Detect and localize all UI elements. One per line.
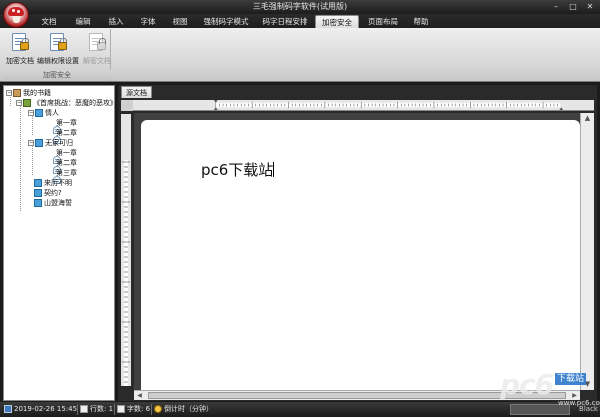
collapse-icon[interactable]: −	[28, 140, 34, 146]
book-tree[interactable]: − 我的书籍 − 《首席挑战：恶魔的恶攻》 − 情人 第一章 第二章 − 无家可归 第一…	[3, 85, 117, 401]
edit-permission-icon	[48, 32, 68, 54]
edit-permission-label: 编辑权限设置	[37, 57, 79, 65]
edit-permission-button[interactable]: 编辑权限设置	[37, 32, 79, 68]
book-icon	[23, 99, 31, 107]
minimize-button[interactable]: –	[550, 1, 562, 12]
volume-icon	[34, 179, 42, 187]
app-menu-button[interactable]	[3, 2, 29, 28]
decrypt-doc-icon	[87, 32, 107, 54]
tab-typing-schedule[interactable]: 码字日程安排	[258, 15, 312, 28]
ribbon-tabs: 文档 编辑 插入 字体 视图 强制码字模式 码字日程安排 加密安全 页面布局 帮…	[0, 14, 600, 28]
status-timer[interactable]: 倒计时（分钟）	[154, 402, 213, 417]
ribbon-panel: 加密文档 编辑权限设置 解密文档 加密安全	[0, 28, 600, 82]
tab-insert[interactable]: 插入	[102, 15, 130, 28]
bookshelf-icon	[13, 89, 21, 97]
ruler-corner	[121, 100, 133, 111]
tree-node-volume[interactable]: − 情人	[28, 108, 59, 118]
mushroom-icon	[8, 7, 24, 16]
tree-node-chapter[interactable]: 第一章	[46, 148, 77, 164]
vertical-scrollbar[interactable]: ▲ ▼	[580, 113, 594, 390]
collapse-icon[interactable]: −	[28, 110, 34, 116]
scroll-left-icon[interactable]: ◀	[134, 391, 145, 400]
encrypt-document-button[interactable]: 加密文档	[3, 32, 37, 68]
title-bar: 三毛强制码字软件(试用版) – □ ✕	[0, 0, 600, 14]
close-button[interactable]: ✕	[584, 1, 596, 12]
status-chars: 字数: 6	[117, 402, 150, 417]
volume-icon	[34, 189, 42, 197]
volume-icon	[35, 109, 43, 117]
document-icon	[80, 405, 88, 413]
tab-forced-typing-mode[interactable]: 强制码字模式	[198, 15, 254, 28]
document-tab[interactable]: 源文档	[121, 86, 152, 98]
window-controls: – □ ✕	[550, 1, 596, 12]
text-caret	[273, 162, 275, 177]
ribbon-group-encryption: 加密文档 编辑权限设置 解密文档 加密安全	[3, 29, 111, 81]
pc6-watermark: pc6 下载站 www.pc6.com	[500, 368, 600, 408]
tab-page-layout[interactable]: 页面布局	[363, 15, 403, 28]
calendar-icon	[4, 405, 12, 413]
encrypt-doc-icon	[10, 32, 30, 54]
collapse-icon[interactable]: −	[6, 90, 12, 96]
window-title: 三毛强制码字软件(试用版)	[252, 2, 348, 11]
ribbon-group-label: 加密安全	[3, 70, 111, 80]
tab-font[interactable]: 字体	[134, 15, 162, 28]
tab-help[interactable]: 帮助	[408, 15, 434, 28]
document-canvas: pc6下载站	[134, 113, 580, 390]
document-text[interactable]: pc6下载站	[201, 159, 275, 180]
tree-node-chapter[interactable]: 第一章	[46, 118, 77, 134]
status-date: 2019-02-26 15:45	[4, 402, 77, 417]
scroll-up-icon[interactable]: ▲	[581, 113, 594, 124]
alarm-clock-icon	[154, 405, 162, 413]
decrypt-document-button[interactable]: 解密文档	[80, 32, 114, 68]
tree-node-chapter[interactable]: 第三章	[46, 168, 77, 184]
document-icon	[117, 405, 125, 413]
tree-book[interactable]: − 《首席挑战：恶魔的恶攻》	[16, 98, 117, 108]
tree-node-chapter[interactable]: 第二章	[46, 128, 77, 144]
watermark-url: www.pc6.com	[558, 399, 600, 407]
status-lines: 行数: 1	[80, 402, 113, 417]
volume-icon	[34, 199, 42, 207]
decrypt-document-label: 解密文档	[83, 57, 111, 65]
tree-node-volume[interactable]: 契约?	[34, 188, 62, 198]
tab-document[interactable]: 文档	[34, 15, 64, 28]
watermark-logo: pc6	[500, 368, 554, 401]
status-bar: 2019-02-26 15:45 行数: 1 字数: 6 倒计时（分钟） Bla…	[0, 402, 600, 417]
encrypt-document-label: 加密文档	[6, 57, 34, 65]
vertical-ruler[interactable]	[121, 114, 131, 386]
tree-node-volume[interactable]: 山盟海誓	[34, 198, 72, 208]
volume-icon	[35, 139, 43, 147]
editor-area: 源文档 pc6下载站 ▲ ▼ ◀ ▶	[118, 85, 597, 401]
watermark-box: 下载站	[555, 373, 587, 385]
tree-node-volume[interactable]: 来历不明	[34, 178, 72, 188]
document-page[interactable]: pc6下载站	[141, 120, 580, 390]
tab-edit[interactable]: 编辑	[68, 15, 98, 28]
collapse-icon[interactable]: −	[16, 100, 22, 106]
tab-encryption-security[interactable]: 加密安全	[315, 15, 359, 28]
tab-view[interactable]: 视图	[166, 15, 194, 28]
horizontal-ruler[interactable]	[133, 100, 594, 111]
tree-node-volume[interactable]: − 无家可归	[28, 138, 73, 148]
maximize-button[interactable]: □	[567, 1, 579, 12]
tree-root[interactable]: − 我的书籍	[6, 88, 51, 98]
tree-node-chapter[interactable]: 第二章	[46, 158, 77, 174]
